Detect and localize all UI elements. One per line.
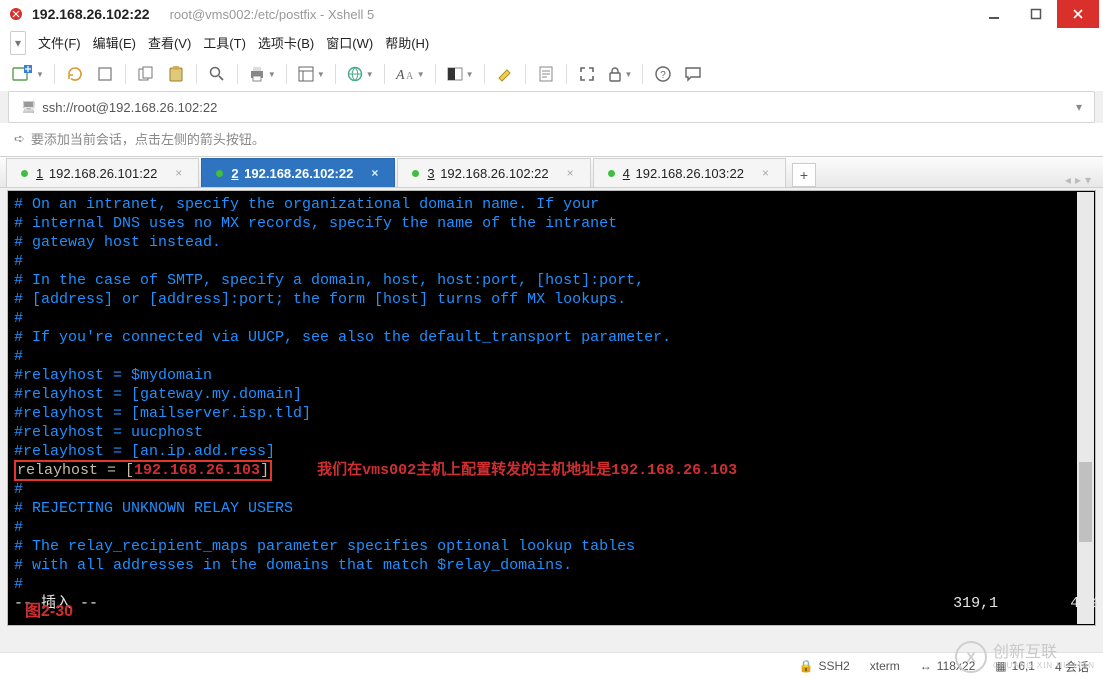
session-tab-3[interactable]: 3 192.168.26.102:22 ×: [397, 158, 590, 187]
session-tab-2[interactable]: 2 192.168.26.102:22 ×: [201, 158, 395, 187]
reconnect-button[interactable]: [63, 63, 87, 85]
properties-button[interactable]: ▼: [295, 63, 327, 85]
paste-button[interactable]: [164, 63, 188, 85]
highlight-button[interactable]: [493, 63, 517, 85]
svg-text:A: A: [406, 71, 414, 82]
tab-close-icon[interactable]: ×: [175, 166, 182, 180]
tab-close-icon[interactable]: ×: [567, 166, 574, 180]
menu-edit[interactable]: 编辑(E): [89, 30, 140, 55]
svg-text:?: ?: [661, 70, 667, 81]
font-button[interactable]: AA ▼: [393, 63, 427, 85]
session-tab-1[interactable]: 1 192.168.26.101:22 ×: [6, 158, 199, 187]
svg-text:A: A: [395, 68, 405, 83]
script-button[interactable]: [534, 63, 558, 85]
new-session-button[interactable]: ▼: [10, 63, 46, 85]
figure-caption: 图2-30: [25, 597, 73, 621]
status-dot-icon: [21, 170, 28, 177]
terminal-scrollbar[interactable]: [1077, 192, 1094, 624]
menu-tabs[interactable]: 选项卡(B): [254, 30, 318, 55]
print-button[interactable]: ▼: [246, 63, 278, 85]
status-term-type: xterm: [870, 659, 900, 673]
status-protocol: SSH2: [818, 659, 849, 673]
menu-view[interactable]: 查看(V): [144, 30, 195, 55]
url-scheme-icon: 🖥: [21, 100, 36, 114]
menu-tools[interactable]: 工具(T): [199, 30, 250, 55]
fullscreen-button[interactable]: [575, 63, 599, 85]
address-url: ssh://root@192.168.26.102:22: [42, 100, 1072, 115]
lock-icon: 🔒: [798, 659, 813, 673]
address-history-icon[interactable]: ▾: [1072, 100, 1086, 114]
grid-icon: ▦: [995, 659, 1006, 673]
lock-button[interactable]: ▼: [605, 63, 635, 85]
menu-help[interactable]: 帮助(H): [381, 30, 433, 55]
disconnect-button[interactable]: [93, 63, 117, 85]
menu-file[interactable]: 文件(F): [34, 30, 85, 55]
copy-button[interactable]: [134, 63, 158, 85]
add-tab-button[interactable]: +: [792, 163, 816, 187]
session-tab-4[interactable]: 4 192.168.26.103:22 ×: [593, 158, 786, 187]
hint-text: 要添加当前会话，点击左侧的箭头按钮。: [31, 129, 265, 148]
menu-dropdown-icon[interactable]: ▾: [10, 31, 26, 55]
annotation-text: 我们在vms002主机上配置转发的主机地址是192.168.26.103: [317, 462, 737, 479]
tab-close-icon[interactable]: ×: [371, 166, 378, 180]
status-dot-icon: [608, 170, 615, 177]
encoding-button[interactable]: ▼: [344, 63, 376, 85]
size-icon: ↔: [920, 659, 932, 673]
tab-scroll-left-icon[interactable]: ◂: [1065, 173, 1071, 187]
window-address: 192.168.26.102:22: [32, 6, 150, 22]
close-button[interactable]: [1057, 0, 1099, 28]
status-sessions: 4 会话: [1055, 658, 1089, 675]
terminal-output[interactable]: # On an intranet, specify the organizati…: [8, 191, 1095, 615]
relayhost-highlight: relayhost = [192.168.26.103]: [14, 460, 272, 481]
find-button[interactable]: [205, 63, 229, 85]
status-bar: 🔒 SSH2 xterm ↔ 118x22 ▦ 16,1 4 会话: [0, 652, 1103, 679]
status-dot-icon: [216, 170, 223, 177]
menu-window[interactable]: 窗口(W): [322, 30, 377, 55]
vim-position: 319,1: [953, 595, 998, 612]
color-scheme-button[interactable]: ▼: [444, 63, 476, 85]
minimize-button[interactable]: [973, 0, 1015, 28]
hint-arrow-icon[interactable]: ➪: [14, 131, 25, 147]
tab-close-icon[interactable]: ×: [762, 166, 769, 180]
app-icon: [8, 6, 24, 22]
help-button[interactable]: ?: [651, 63, 675, 85]
tab-list-icon[interactable]: ▾: [1085, 173, 1091, 187]
status-dot-icon: [412, 170, 419, 177]
maximize-button[interactable]: [1015, 0, 1057, 28]
address-bar[interactable]: 🖥 ssh://root@192.168.26.102:22 ▾: [8, 91, 1095, 123]
window-title-path: root@vms002:/etc/postfix - Xshell 5: [170, 7, 375, 22]
status-cursor: 16,1: [1012, 659, 1035, 673]
status-size: 118x22: [937, 659, 975, 673]
feedback-button[interactable]: [681, 63, 705, 85]
tab-scroll-right-icon[interactable]: ▸: [1075, 173, 1081, 187]
